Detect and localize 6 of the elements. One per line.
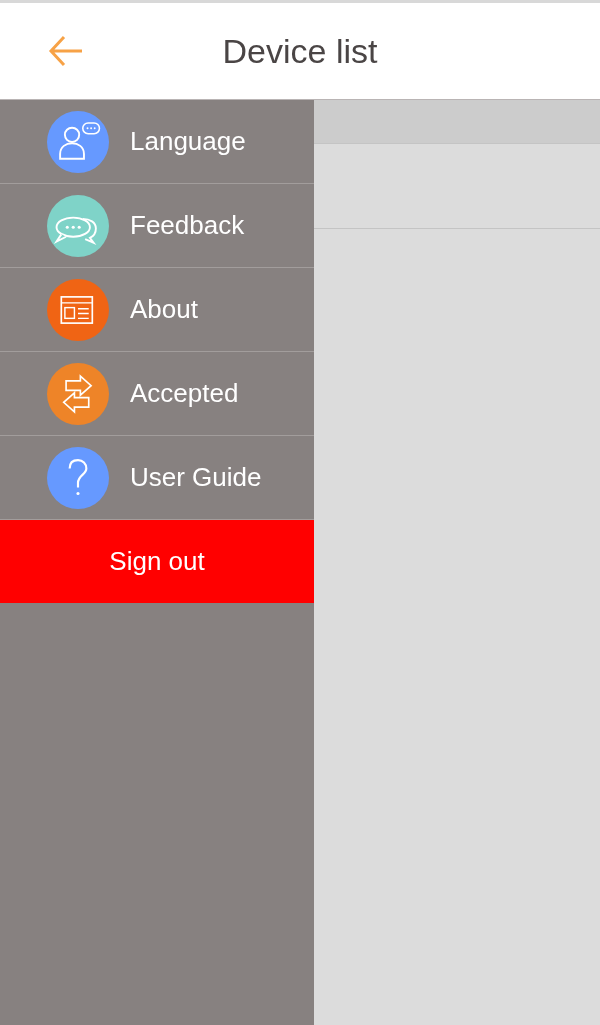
menu-item[interactable]: About [0, 268, 314, 352]
menu-item[interactable]: Feedback [0, 184, 314, 268]
menu-item[interactable]: Accepted [0, 352, 314, 436]
page-title: Device list [221, 31, 379, 71]
sign-out-button[interactable]: Sign out [0, 520, 314, 603]
menu-item[interactable]: Language [0, 100, 314, 184]
